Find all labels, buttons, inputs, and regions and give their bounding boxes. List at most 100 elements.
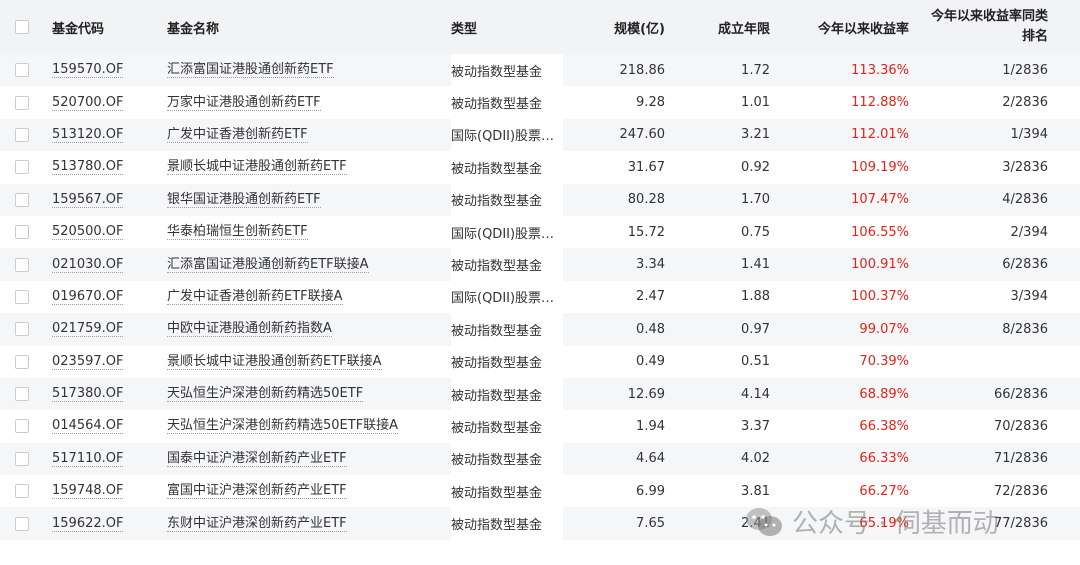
fund-name-cell[interactable]: 汇添富国证港股通创新药ETF联接A — [167, 248, 447, 280]
row-checkbox[interactable] — [15, 192, 29, 207]
fund-code-cell[interactable]: 517380.OF — [52, 378, 162, 410]
header-size[interactable]: 规模(亿) — [570, 0, 665, 54]
row-checkbox-cell-cell[interactable] — [0, 86, 44, 118]
row-checkbox-cell-cell[interactable] — [0, 410, 44, 442]
header-type[interactable]: 类型 — [451, 0, 563, 54]
table-row[interactable]: 517110.OF 国泰中证沪港深创新药产业ETF 被动指数型基金 4.64 4.02 6… — [0, 442, 1080, 476]
fund-code-cell[interactable]: 021759.OF — [52, 313, 162, 345]
fund-code-cell[interactable]: 513120.OF — [52, 119, 162, 151]
row-checkbox[interactable] — [15, 322, 29, 337]
fund-name[interactable]: 广发中证香港创新药ETF联接A — [167, 289, 343, 305]
row-checkbox-cell-cell[interactable] — [0, 378, 44, 410]
row-checkbox-cell-cell[interactable] — [0, 313, 44, 345]
fund-code[interactable]: 159570.OF — [52, 62, 124, 79]
row-checkbox[interactable] — [15, 127, 29, 142]
fund-code-cell[interactable]: 159748.OF — [52, 475, 162, 507]
fund-name-cell[interactable]: 天弘恒生沪深港创新药精选50ETF联接A — [167, 410, 447, 442]
table-row[interactable]: 014564.OF 天弘恒生沪深港创新药精选50ETF联接A 被动指数型基金 1.94… — [0, 410, 1080, 443]
fund-code-cell[interactable]: 517110.OF — [52, 443, 162, 475]
row-checkbox-cell-cell[interactable] — [0, 216, 44, 248]
row-checkbox[interactable] — [15, 225, 29, 240]
fund-name-cell[interactable]: 汇添富国证港股通创新药ETF — [167, 54, 447, 86]
table-row[interactable]: 517380.OF 天弘恒生沪深港创新药精选50ETF 被动指数型基金 12.69 4.… — [0, 377, 1080, 411]
fund-code-cell[interactable]: 520700.OF — [52, 86, 162, 118]
row-checkbox[interactable] — [15, 160, 29, 175]
fund-code[interactable]: 159748.OF — [52, 483, 124, 500]
fund-name[interactable]: 天弘恒生沪深港创新药精选50ETF联接A — [167, 418, 399, 435]
row-checkbox[interactable] — [15, 354, 29, 369]
fund-code[interactable]: 520500.OF — [52, 224, 124, 241]
fund-code-cell[interactable]: 014564.OF — [52, 410, 162, 442]
fund-name[interactable]: 天弘恒生沪深港创新药精选50ETF — [167, 386, 364, 403]
row-checkbox-cell-cell[interactable] — [0, 119, 44, 151]
fund-code-cell[interactable]: 159570.OF — [52, 54, 162, 86]
header-return[interactable]: 今年以来收益率 — [778, 0, 909, 54]
table-row[interactable]: 520500.OF 华泰柏瑞恒生创新药ETF 国际(QDII)股票… 15.72 0.7… — [0, 215, 1080, 249]
fund-name-cell[interactable]: 景顺长城中证港股通创新药ETF联接A — [167, 346, 447, 378]
table-row[interactable]: 021759.OF 中欧中证港股通创新药指数A 被动指数型基金 0.48 0.97 99.… — [0, 313, 1080, 346]
fund-code[interactable]: 520700.OF — [52, 95, 124, 111]
fund-name[interactable]: 东财中证沪港深创新药产业ETF — [167, 516, 347, 532]
header-code[interactable]: 基金代码 — [52, 0, 162, 54]
table-row[interactable]: 159567.OF 银华国证港股通创新药ETF 被动指数型基金 80.28 1.70 10… — [0, 183, 1080, 216]
row-checkbox-cell-cell[interactable] — [0, 281, 44, 313]
row-checkbox[interactable] — [15, 63, 29, 78]
row-checkbox[interactable] — [15, 257, 29, 272]
fund-name[interactable]: 银华国证港股通创新药ETF — [167, 192, 321, 208]
row-checkbox-cell-cell[interactable] — [0, 443, 44, 475]
fund-code[interactable]: 513120.OF — [52, 127, 124, 143]
fund-name-cell[interactable]: 万家中证港股通创新药ETF — [167, 86, 447, 118]
fund-code[interactable]: 021759.OF — [52, 321, 124, 338]
table-row[interactable]: 520700.OF 万家中证港股通创新药ETF 被动指数型基金 9.28 1.01 112… — [0, 86, 1080, 119]
fund-name[interactable]: 汇添富国证港股通创新药ETF联接A — [167, 257, 369, 273]
header-years[interactable]: 成立年限 — [672, 0, 770, 54]
fund-name-cell[interactable]: 华泰柏瑞恒生创新药ETF — [167, 216, 447, 248]
fund-name-cell[interactable]: 景顺长城中证港股通创新药ETF — [167, 151, 447, 183]
fund-name[interactable]: 广发中证香港创新药ETF — [167, 127, 308, 143]
fund-code[interactable]: 019670.OF — [52, 289, 124, 305]
table-row[interactable]: 159570.OF 汇添富国证港股通创新药ETF 被动指数型基金 218.86 1.72… — [0, 54, 1080, 87]
fund-name[interactable]: 华泰柏瑞恒生创新药ETF — [167, 224, 308, 241]
row-checkbox-cell-cell[interactable] — [0, 248, 44, 280]
fund-name-cell[interactable]: 中欧中证港股通创新药指数A — [167, 313, 447, 345]
row-checkbox-cell-cell[interactable] — [0, 475, 44, 507]
fund-name-cell[interactable]: 广发中证香港创新药ETF联接A — [167, 281, 447, 313]
fund-code-cell[interactable]: 019670.OF — [52, 281, 162, 313]
fund-name-cell[interactable]: 国泰中证沪港深创新药产业ETF — [167, 443, 447, 475]
fund-code[interactable]: 159622.OF — [52, 516, 124, 532]
row-checkbox-cell-cell[interactable] — [0, 184, 44, 216]
fund-name[interactable]: 国泰中证沪港深创新药产业ETF — [167, 451, 347, 467]
fund-code-cell[interactable]: 023597.OF — [52, 346, 162, 378]
table-row[interactable]: 513120.OF 广发中证香港创新药ETF 国际(QDII)股票… 247.60 3.… — [0, 118, 1080, 152]
fund-code[interactable]: 159567.OF — [52, 192, 124, 208]
fund-code[interactable]: 023597.OF — [52, 354, 124, 370]
fund-name-cell[interactable]: 东财中证沪港深创新药产业ETF — [167, 507, 447, 539]
table-row[interactable]: 023597.OF 景顺长城中证港股通创新药ETF联接A 被动指数型基金 0.49 0.… — [0, 345, 1080, 378]
fund-code[interactable]: 513780.OF — [52, 159, 124, 176]
fund-name[interactable]: 景顺长城中证港股通创新药ETF — [167, 159, 347, 176]
select-all-cell[interactable] — [0, 0, 44, 54]
fund-code-cell[interactable]: 159567.OF — [52, 184, 162, 216]
fund-code-cell[interactable]: 520500.OF — [52, 216, 162, 248]
fund-code[interactable]: 014564.OF — [52, 418, 124, 435]
row-checkbox[interactable] — [15, 387, 29, 402]
row-checkbox-cell-cell[interactable] — [0, 346, 44, 378]
fund-code-cell[interactable]: 159622.OF — [52, 507, 162, 539]
fund-name-cell[interactable]: 银华国证港股通创新药ETF — [167, 184, 447, 216]
fund-name[interactable]: 富国中证沪港深创新药产业ETF — [167, 483, 347, 500]
header-name[interactable]: 基金名称 — [167, 0, 447, 54]
fund-code-cell[interactable]: 021030.OF — [52, 248, 162, 280]
table-row[interactable]: 021030.OF 汇添富国证港股通创新药ETF联接A 被动指数型基金 3.34 1.4… — [0, 248, 1080, 281]
fund-name[interactable]: 景顺长城中证港股通创新药ETF联接A — [167, 354, 382, 370]
table-row[interactable]: 513780.OF 景顺长城中证港股通创新药ETF 被动指数型基金 31.67 0.92… — [0, 151, 1080, 184]
fund-name-cell[interactable]: 广发中证香港创新药ETF — [167, 119, 447, 151]
fund-code[interactable]: 021030.OF — [52, 257, 124, 273]
header-rank[interactable]: 今年以来收益率同类 排名 — [915, 0, 1048, 54]
row-checkbox[interactable] — [15, 289, 29, 304]
table-row[interactable]: 019670.OF 广发中证香港创新药ETF联接A 国际(QDII)股票… 2.47 1… — [0, 280, 1080, 314]
row-checkbox-cell-cell[interactable] — [0, 151, 44, 183]
fund-code-cell[interactable]: 513780.OF — [52, 151, 162, 183]
row-checkbox[interactable] — [15, 484, 29, 499]
row-checkbox-cell-cell[interactable] — [0, 54, 44, 86]
fund-code[interactable]: 517380.OF — [52, 386, 124, 403]
